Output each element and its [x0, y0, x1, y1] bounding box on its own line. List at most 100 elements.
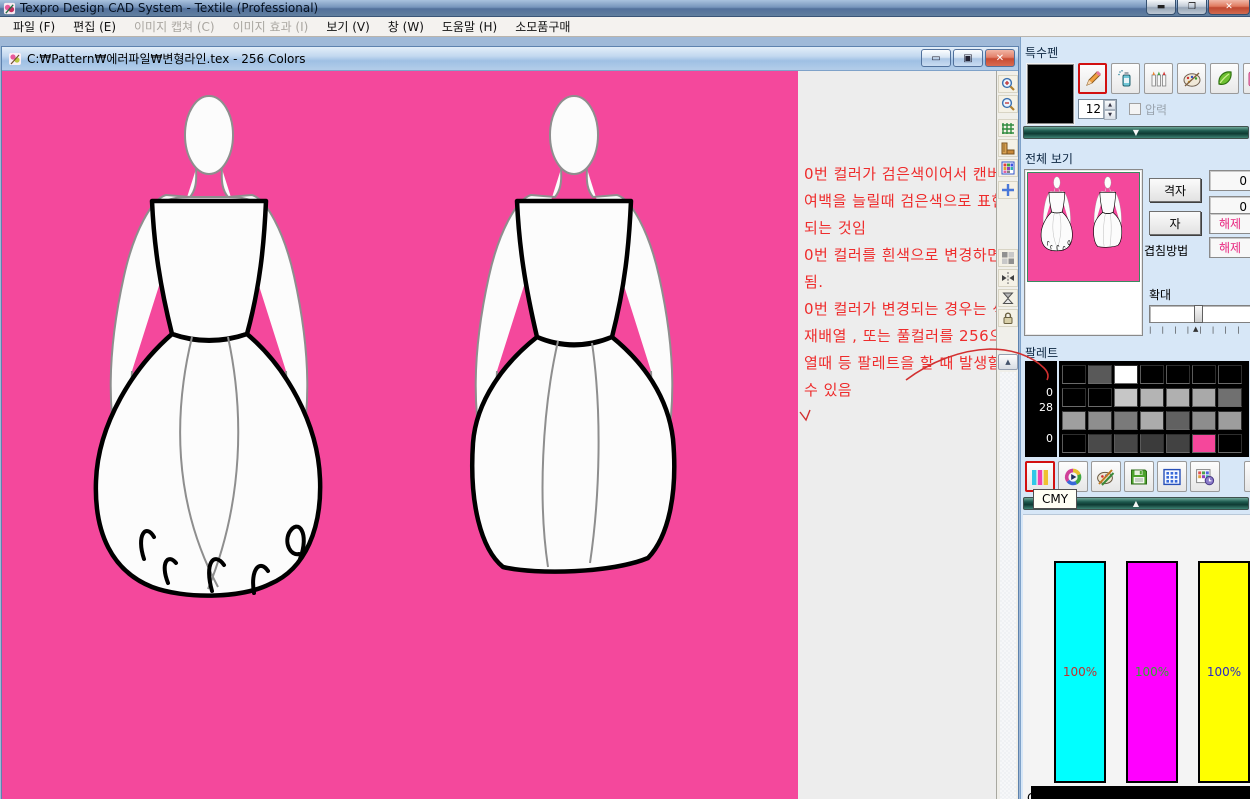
document-window: C:₩Pattern₩에러파일₩변형라인.tex - 256 Colors ▭ …: [1, 46, 1019, 799]
canvas[interactable]: [2, 71, 798, 799]
pen-current-color[interactable]: [1027, 64, 1074, 124]
zoom-out-button[interactable]: [998, 95, 1018, 113]
palette-swatch[interactable]: [1166, 411, 1190, 430]
move-tool-button[interactable]: [998, 181, 1018, 199]
cmy-bar-c[interactable]: 100%: [1054, 561, 1106, 783]
palette-index-value: 28: [1025, 400, 1053, 415]
palette-swatch[interactable]: [1192, 411, 1216, 430]
tile-view-button[interactable]: [998, 249, 1018, 267]
palette-swatch[interactable]: [1192, 434, 1216, 453]
palette-swatch[interactable]: [1140, 411, 1164, 430]
palette-swatch[interactable]: [1166, 365, 1190, 384]
doc-minimize-button[interactable]: ▭: [921, 49, 951, 67]
collapse-up-icon: ▲: [1133, 500, 1139, 508]
menu-item[interactable]: 창 (W): [379, 18, 433, 35]
pressure-checkbox[interactable]: [1129, 103, 1141, 115]
palette-badge-icon: [1195, 467, 1215, 487]
grid-x-field[interactable]: 0: [1209, 170, 1250, 191]
grid-toggle-button[interactable]: [998, 119, 1018, 137]
grid-button[interactable]: 격자: [1149, 178, 1201, 202]
zoom-slider-thumb[interactable]: [1194, 305, 1203, 323]
close-button[interactable]: ✕: [1208, 0, 1250, 15]
menu-item: 이미지 캡쳐 (C): [125, 18, 224, 35]
palette-swatch[interactable]: [1114, 388, 1138, 407]
palette-swatch[interactable]: [1192, 388, 1216, 407]
palette-swatch[interactable]: [1114, 365, 1138, 384]
scrollbar-track[interactable]: [1000, 372, 1016, 799]
marker-tool-button[interactable]: [1144, 63, 1173, 94]
restore-button[interactable]: ❐: [1177, 0, 1207, 15]
save-palette-button[interactable]: [1124, 461, 1154, 492]
pen-size-down-icon[interactable]: ▼: [1104, 110, 1116, 120]
doc-close-button[interactable]: ✕: [985, 49, 1015, 67]
ruler-state-field: 해제: [1209, 213, 1250, 234]
leaf-tool-button[interactable]: [1210, 63, 1239, 94]
pencil-tool-button[interactable]: [1078, 63, 1107, 94]
palette-swatch[interactable]: [1114, 434, 1138, 453]
ruler-icon: [1001, 141, 1015, 155]
lock-button[interactable]: [998, 309, 1018, 327]
overview-thumbnail-box[interactable]: [1024, 169, 1143, 336]
palette-swatch[interactable]: [1218, 388, 1242, 407]
palette-swatch[interactable]: [1140, 365, 1164, 384]
zoom-in-button[interactable]: [998, 75, 1018, 93]
cmy-bar-y[interactable]: 100%: [1198, 561, 1250, 783]
menu-item[interactable]: 파일 (F): [4, 18, 64, 35]
ruler-button[interactable]: [998, 139, 1018, 157]
palette-swatch[interactable]: [1166, 388, 1190, 407]
palette-swatch[interactable]: [1062, 365, 1086, 384]
doc-restore-button[interactable]: ▣: [953, 49, 983, 67]
pen-collapse-bar[interactable]: ▼: [1023, 126, 1249, 139]
palette-swatch[interactable]: [1062, 411, 1086, 430]
grid-y-value: 0: [1239, 200, 1247, 214]
document-title-bar[interactable]: C:₩Pattern₩에러파일₩변형라인.tex - 256 Colors ▭ …: [2, 47, 1018, 71]
zoom-label: 확대: [1149, 286, 1171, 303]
pen-size-spinner[interactable]: 12 ▲▼: [1078, 99, 1117, 119]
zoom-slider[interactable]: [1149, 305, 1250, 323]
spray-tool-button[interactable]: [1111, 63, 1140, 94]
cmy-bar-m[interactable]: 100%: [1126, 561, 1178, 783]
palette-swatch[interactable]: [1088, 411, 1112, 430]
palette-tool-button[interactable]: [1177, 63, 1206, 94]
mirror-button[interactable]: [998, 269, 1018, 287]
minimize-button[interactable]: ▬: [1146, 0, 1176, 15]
color-wheel-button[interactable]: [1058, 461, 1088, 492]
palette-index-box[interactable]: 0280: [1025, 361, 1057, 457]
menu-item[interactable]: 편집 (E): [64, 18, 125, 35]
annotation-line: 0번 컬러가 변경되는 경우는 색: [804, 296, 994, 323]
refresh-palette-button[interactable]: [1244, 461, 1250, 492]
title-bar[interactable]: Texpro Design CAD System - Textile (Prof…: [0, 0, 1250, 17]
hourglass-button[interactable]: [998, 289, 1018, 307]
scrollbar-up-button[interactable]: ▲: [998, 354, 1018, 370]
palette-swatch[interactable]: [1166, 434, 1190, 453]
palette-swatch[interactable]: [1088, 365, 1112, 384]
menu-item[interactable]: 보기 (V): [317, 18, 378, 35]
document-icon: [8, 52, 22, 66]
menu-item[interactable]: 도움말 (H): [433, 18, 506, 35]
palette-swatch[interactable]: [1192, 365, 1216, 384]
palette-swatch[interactable]: [1218, 434, 1242, 453]
pen-size-up-icon[interactable]: ▲: [1104, 100, 1116, 110]
menu-item[interactable]: 소모품구매: [506, 18, 579, 35]
overlap-state-field: 해제: [1209, 237, 1250, 258]
palette-view-button[interactable]: [998, 159, 1018, 177]
palette-swatch[interactable]: [1140, 388, 1164, 407]
palette-swatch[interactable]: [1218, 411, 1242, 430]
palette-swatch[interactable]: [1114, 411, 1138, 430]
annotation-line: 여백을 늘릴때 검은색으로 표현: [804, 188, 994, 215]
palette-swatch[interactable]: [1140, 434, 1164, 453]
shape-tool-button[interactable]: [1243, 63, 1250, 94]
palette-swatch[interactable]: [1088, 388, 1112, 407]
palette-grid-button[interactable]: [1157, 461, 1187, 492]
document-title: C:₩Pattern₩에러파일₩변형라인.tex - 256 Colors: [27, 50, 306, 67]
palette-swatch[interactable]: [1062, 388, 1086, 407]
palette-swatch[interactable]: [1218, 365, 1242, 384]
palette-grid-icon: [1001, 161, 1015, 175]
palette-swatch[interactable]: [1062, 434, 1086, 453]
zoom-slider-ticks: | | | | | | | | |: [1149, 326, 1250, 334]
cmy-bars-button[interactable]: [1025, 461, 1055, 492]
ruler-toggle-button[interactable]: 자: [1149, 211, 1201, 235]
edit-colors-button[interactable]: [1091, 461, 1121, 492]
palette-history-button[interactable]: [1190, 461, 1220, 492]
palette-swatch[interactable]: [1088, 434, 1112, 453]
